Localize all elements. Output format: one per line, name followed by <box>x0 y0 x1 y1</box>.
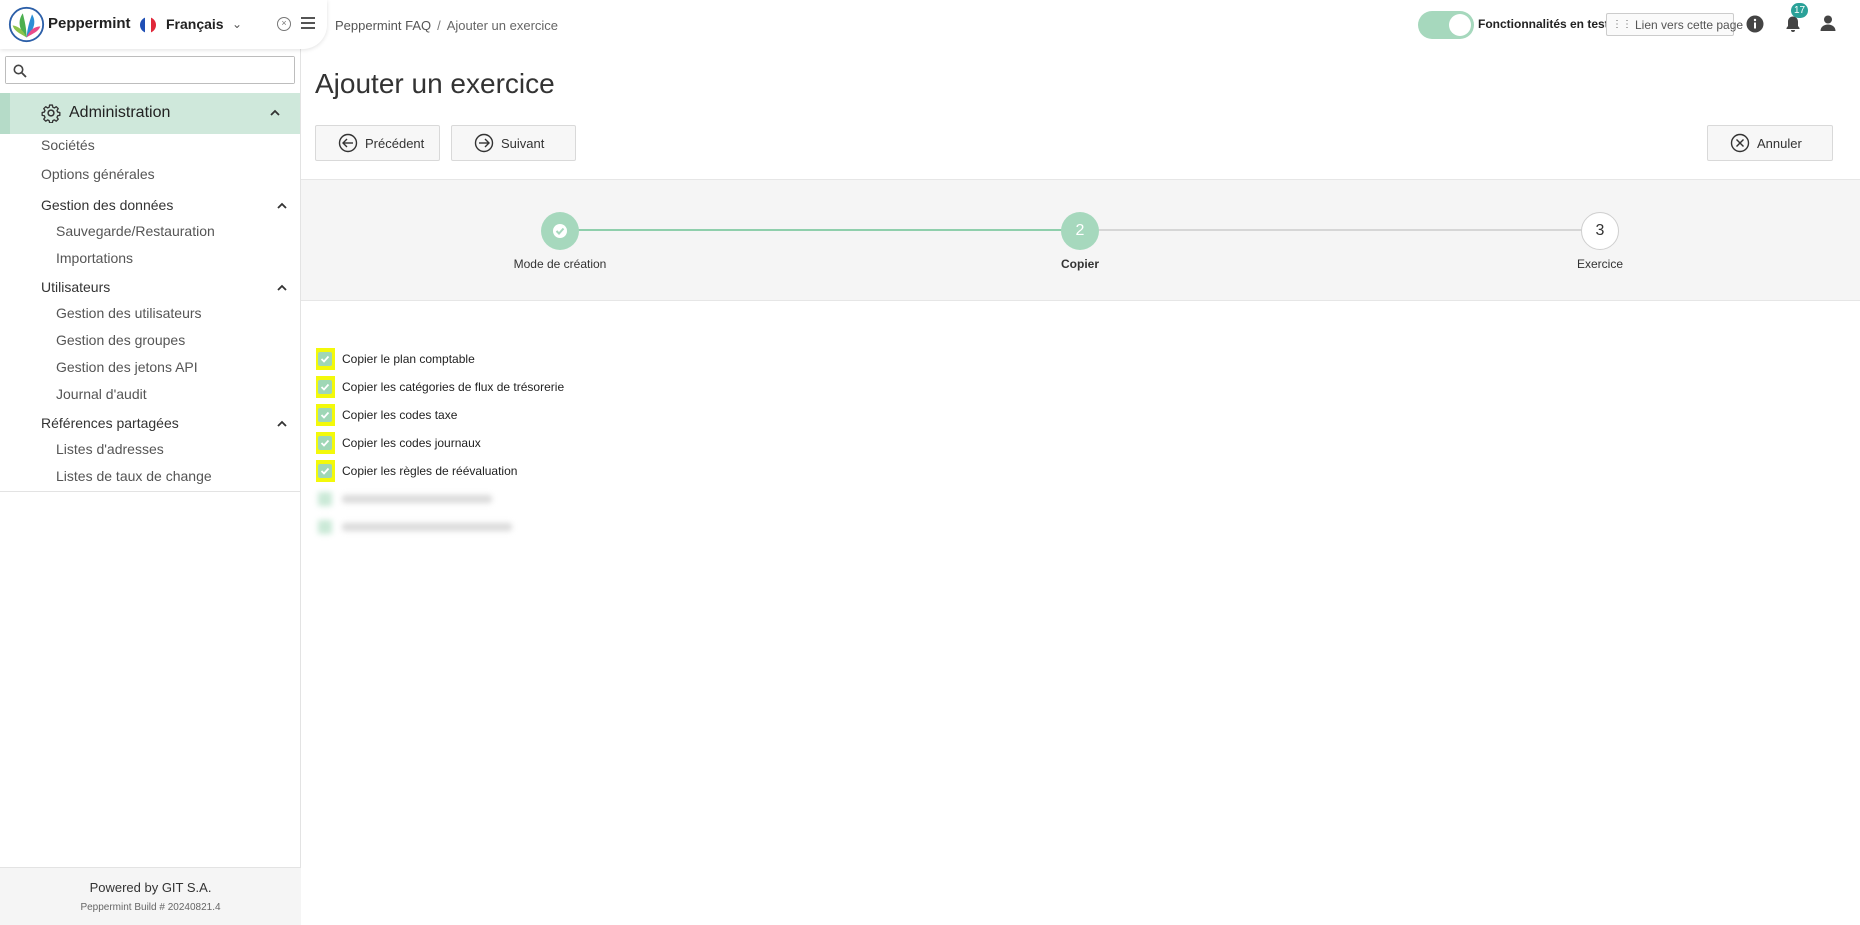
feature-toggle[interactable] <box>1418 11 1474 39</box>
powered-by-text: Powered by GIT S.A. <box>89 880 212 895</box>
check-circle-icon <box>553 224 567 238</box>
step-3-marker: 3 <box>1581 212 1619 250</box>
breadcrumb-link[interactable]: Peppermint FAQ <box>335 18 431 33</box>
sidebar-item-societes[interactable]: Sociétés <box>41 137 95 153</box>
drag-handle-icon: ⋮⋮ <box>1612 19 1632 30</box>
peppermint-logo[interactable] <box>8 6 45 43</box>
step-2-marker: 2 <box>1061 212 1099 250</box>
check-icon <box>320 467 330 475</box>
info-icon[interactable] <box>1746 15 1764 33</box>
check-icon <box>320 439 330 447</box>
notification-badge: 17 <box>1791 3 1809 18</box>
menu-icon[interactable] <box>301 17 315 29</box>
sidebar: Administration Sociétés Options générale… <box>0 0 301 925</box>
option-copy-tax-codes[interactable]: Copier les codes taxe <box>316 404 457 426</box>
cancel-button[interactable]: Annuler <box>1707 125 1833 161</box>
step-1-label: Mode de création <box>513 257 607 271</box>
sidebar-item-importations[interactable]: Importations <box>56 250 133 266</box>
sidebar-item-gestion-groupes[interactable]: Gestion des groupes <box>56 332 185 348</box>
search-input[interactable] <box>6 57 294 83</box>
next-button[interactable]: Suivant <box>451 125 576 161</box>
step-2-label: Copier <box>1060 257 1100 271</box>
redacted-text <box>342 523 512 531</box>
sidebar-section-administration[interactable]: Administration <box>0 93 300 134</box>
sidebar-section-label: Administration <box>69 104 171 121</box>
user-icon[interactable] <box>1819 14 1837 32</box>
step-connector-todo <box>1080 229 1600 231</box>
checkbox <box>318 492 332 506</box>
option-label: Copier les codes taxe <box>342 408 458 422</box>
check-icon <box>320 355 330 363</box>
sidebar-divider <box>0 491 301 492</box>
sidebar-item-gestion-utilisateurs[interactable]: Gestion des utilisateurs <box>56 305 202 321</box>
sidebar-group-references-partagees[interactable]: Références partagées <box>41 415 179 431</box>
chevron-up-icon[interactable] <box>276 200 288 212</box>
toggle-knob <box>1449 14 1471 36</box>
sidebar-item-taux-change[interactable]: Listes de taux de change <box>56 468 212 484</box>
option-label: Copier les règles de réévaluation <box>342 464 518 478</box>
sidebar-item-sauvegarde[interactable]: Sauvegarde/Restauration <box>56 223 215 239</box>
sidebar-item-options-generales[interactable]: Options générales <box>41 166 155 182</box>
french-flag-icon <box>140 17 156 33</box>
arrow-left-circle-icon <box>338 133 358 153</box>
sidebar-search[interactable] <box>5 56 295 84</box>
checkbox <box>318 520 332 534</box>
chevron-up-icon[interactable] <box>276 282 288 294</box>
brand-bar: Peppermint Français ⌄ × <box>0 0 327 49</box>
option-copy-chart-of-accounts[interactable]: Copier le plan comptable <box>316 348 475 370</box>
checkbox[interactable] <box>318 352 332 366</box>
checkbox[interactable] <box>318 436 332 450</box>
sidebar-group-gestion-donnees[interactable]: Gestion des données <box>41 197 173 213</box>
previous-button[interactable]: Précédent <box>315 125 440 161</box>
build-number: Peppermint Build # 20240821.4 <box>80 902 221 913</box>
page-link-button[interactable]: ⋮⋮ Lien vers cette page <box>1606 13 1743 36</box>
sidebar-item-journal-audit[interactable]: Journal d'audit <box>56 386 147 402</box>
feature-toggle-label: Fonctionnalités en test <box>1478 17 1609 31</box>
option-blurred <box>316 516 512 538</box>
arrow-right-circle-icon <box>474 133 494 153</box>
cancel-button-label: Annuler <box>1757 135 1802 151</box>
next-button-label: Suivant <box>501 135 545 151</box>
checkbox[interactable] <box>318 380 332 394</box>
step-3-label: Exercice <box>1576 257 1624 271</box>
checkbox[interactable] <box>318 408 332 422</box>
page-title: Ajouter un exercice <box>315 68 555 99</box>
step-1-marker <box>541 212 579 250</box>
page-link-label: Lien vers cette page <box>1635 17 1744 32</box>
breadcrumb: Peppermint FAQ / Ajouter un exercice <box>335 18 558 33</box>
sidebar-group-utilisateurs[interactable]: Utilisateurs <box>41 279 110 295</box>
option-label: Copier les codes journaux <box>342 436 481 450</box>
option-copy-revaluation-rules[interactable]: Copier les règles de réévaluation <box>316 460 517 482</box>
sidebar-footer: Powered by GIT S.A. Peppermint Build # 2… <box>0 867 301 925</box>
step-connector-done <box>560 229 1080 231</box>
breadcrumb-current: Ajouter un exercice <box>446 18 559 33</box>
checkbox[interactable] <box>318 464 332 478</box>
chevron-down-icon[interactable]: ⌄ <box>232 17 242 31</box>
check-icon <box>320 383 330 391</box>
language-select[interactable]: Français <box>166 16 224 32</box>
chevron-up-icon[interactable] <box>276 418 288 430</box>
close-circle-icon <box>1730 133 1750 153</box>
option-blurred <box>316 488 492 510</box>
gear-icon <box>41 104 61 123</box>
check-icon <box>320 411 330 419</box>
option-copy-journal-codes[interactable]: Copier les codes journaux <box>316 432 481 454</box>
search-icon <box>13 64 27 78</box>
option-copy-cashflow-categories[interactable]: Copier les catégories de flux de trésore… <box>316 376 564 398</box>
option-label: Copier les catégories de flux de trésore… <box>342 380 565 394</box>
sidebar-item-listes-adresses[interactable]: Listes d'adresses <box>56 441 164 457</box>
breadcrumb-separator: / <box>437 18 441 33</box>
close-icon[interactable]: × <box>277 17 291 31</box>
previous-button-label: Précédent <box>365 135 425 151</box>
chevron-up-icon[interactable] <box>268 106 282 120</box>
sidebar-item-jetons-api[interactable]: Gestion des jetons API <box>56 359 198 375</box>
option-label: Copier le plan comptable <box>342 352 475 366</box>
redacted-text <box>342 495 492 503</box>
app-name: Peppermint <box>48 15 131 32</box>
